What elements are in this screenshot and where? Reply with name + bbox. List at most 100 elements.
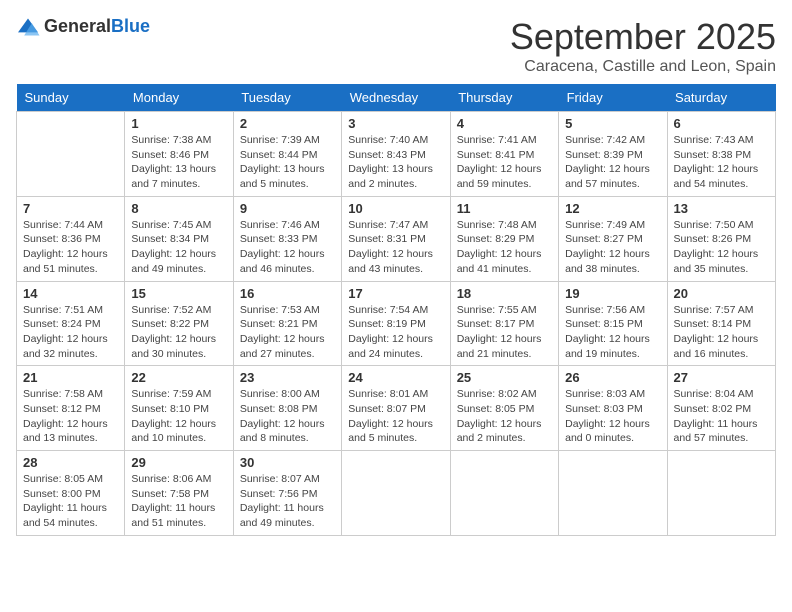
day-number: 11 xyxy=(457,201,552,216)
day-info: Sunrise: 8:06 AMSunset: 7:58 PMDaylight:… xyxy=(131,472,226,531)
location-title: Caracena, Castille and Leon, Spain xyxy=(510,58,776,76)
calendar-body: 1 Sunrise: 7:38 AMSunset: 8:46 PMDaylight… xyxy=(17,112,776,536)
calendar-cell: 19 Sunrise: 7:56 AMSunset: 8:15 PMDayligh… xyxy=(559,281,667,366)
day-number: 15 xyxy=(131,286,226,301)
day-info: Sunrise: 7:41 AMSunset: 8:41 PMDaylight:… xyxy=(457,133,552,192)
day-number: 13 xyxy=(674,201,769,216)
calendar-cell: 3 Sunrise: 7:40 AMSunset: 8:43 PMDaylight… xyxy=(342,112,450,197)
day-header-monday: Monday xyxy=(125,84,233,112)
calendar-cell: 12 Sunrise: 7:49 AMSunset: 8:27 PMDayligh… xyxy=(559,196,667,281)
day-number: 28 xyxy=(23,455,118,470)
calendar-week-2: 14Sunrise: 7:51 AMSunset: 8:24 PMDayligh… xyxy=(17,281,776,366)
calendar-cell: 2 Sunrise: 7:39 AMSunset: 8:44 PMDaylight… xyxy=(233,112,341,197)
day-info: Sunrise: 7:58 AMSunset: 8:12 PMDaylight:… xyxy=(23,387,118,446)
day-info: Sunrise: 7:59 AMSunset: 8:10 PMDaylight:… xyxy=(131,387,226,446)
calendar-cell: 18 Sunrise: 7:55 AMSunset: 8:17 PMDayligh… xyxy=(450,281,558,366)
calendar-cell: 22 Sunrise: 7:59 AMSunset: 8:10 PMDayligh… xyxy=(125,366,233,451)
day-number: 10 xyxy=(348,201,443,216)
calendar-cell: 20 Sunrise: 7:57 AMSunset: 8:14 PMDayligh… xyxy=(667,281,775,366)
day-info: Sunrise: 8:01 AMSunset: 8:07 PMDaylight:… xyxy=(348,387,443,446)
day-info: Sunrise: 8:00 AMSunset: 8:08 PMDaylight:… xyxy=(240,387,335,446)
day-info: Sunrise: 7:44 AMSunset: 8:36 PMDaylight:… xyxy=(23,218,118,277)
page-header: GeneralBlue September 2025 Caracena, Cas… xyxy=(16,16,776,76)
day-info: Sunrise: 7:50 AMSunset: 8:26 PMDaylight:… xyxy=(674,218,769,277)
day-number: 19 xyxy=(565,286,660,301)
day-info: Sunrise: 7:55 AMSunset: 8:17 PMDaylight:… xyxy=(457,303,552,362)
day-info: Sunrise: 7:42 AMSunset: 8:39 PMDaylight:… xyxy=(565,133,660,192)
day-header-sunday: Sunday xyxy=(17,84,125,112)
day-number: 5 xyxy=(565,116,660,131)
calendar-table: SundayMondayTuesdayWednesdayThursdayFrid… xyxy=(16,84,776,536)
day-info: Sunrise: 7:38 AMSunset: 8:46 PMDaylight:… xyxy=(131,133,226,192)
calendar-cell: 29 Sunrise: 8:06 AMSunset: 7:58 PMDayligh… xyxy=(125,451,233,536)
day-header-saturday: Saturday xyxy=(667,84,775,112)
day-info: Sunrise: 7:52 AMSunset: 8:22 PMDaylight:… xyxy=(131,303,226,362)
day-header-wednesday: Wednesday xyxy=(342,84,450,112)
day-info: Sunrise: 7:54 AMSunset: 8:19 PMDaylight:… xyxy=(348,303,443,362)
calendar-cell: 9 Sunrise: 7:46 AMSunset: 8:33 PMDaylight… xyxy=(233,196,341,281)
day-info: Sunrise: 7:39 AMSunset: 8:44 PMDaylight:… xyxy=(240,133,335,192)
day-info: Sunrise: 7:47 AMSunset: 8:31 PMDaylight:… xyxy=(348,218,443,277)
day-number: 18 xyxy=(457,286,552,301)
day-number: 25 xyxy=(457,370,552,385)
calendar-cell: 23Sunrise: 8:00 AMSunset: 8:08 PMDayligh… xyxy=(233,366,341,451)
day-number: 21 xyxy=(23,370,118,385)
calendar-cell: 1 Sunrise: 7:38 AMSunset: 8:46 PMDaylight… xyxy=(125,112,233,197)
calendar-cell: 6 Sunrise: 7:43 AMSunset: 8:38 PMDaylight… xyxy=(667,112,775,197)
day-info: Sunrise: 7:57 AMSunset: 8:14 PMDaylight:… xyxy=(674,303,769,362)
day-number: 22 xyxy=(131,370,226,385)
calendar-cell: 8Sunrise: 7:45 AMSunset: 8:34 PMDaylight… xyxy=(125,196,233,281)
calendar-cell: 15 Sunrise: 7:52 AMSunset: 8:22 PMDayligh… xyxy=(125,281,233,366)
calendar-week-1: 7Sunrise: 7:44 AMSunset: 8:36 PMDaylight… xyxy=(17,196,776,281)
day-info: Sunrise: 7:53 AMSunset: 8:21 PMDaylight:… xyxy=(240,303,335,362)
day-number: 30 xyxy=(240,455,335,470)
day-info: Sunrise: 7:45 AMSunset: 8:34 PMDaylight:… xyxy=(131,218,226,277)
calendar-cell xyxy=(342,451,450,536)
calendar-cell: 26Sunrise: 8:03 AMSunset: 8:03 PMDayligh… xyxy=(559,366,667,451)
day-number: 12 xyxy=(565,201,660,216)
day-number: 20 xyxy=(674,286,769,301)
day-header-thursday: Thursday xyxy=(450,84,558,112)
calendar-cell: 5 Sunrise: 7:42 AMSunset: 8:39 PMDaylight… xyxy=(559,112,667,197)
calendar-cell: 25 Sunrise: 8:02 AMSunset: 8:05 PMDayligh… xyxy=(450,366,558,451)
day-info: Sunrise: 7:51 AMSunset: 8:24 PMDaylight:… xyxy=(23,303,118,362)
day-info: Sunrise: 7:46 AMSunset: 8:33 PMDaylight:… xyxy=(240,218,335,277)
calendar-header-row: SundayMondayTuesdayWednesdayThursdayFrid… xyxy=(17,84,776,112)
calendar-cell: 13 Sunrise: 7:50 AMSunset: 8:26 PMDayligh… xyxy=(667,196,775,281)
day-number: 4 xyxy=(457,116,552,131)
day-number: 24 xyxy=(348,370,443,385)
day-info: Sunrise: 7:40 AMSunset: 8:43 PMDaylight:… xyxy=(348,133,443,192)
calendar-cell: 16Sunrise: 7:53 AMSunset: 8:21 PMDayligh… xyxy=(233,281,341,366)
day-info: Sunrise: 7:56 AMSunset: 8:15 PMDaylight:… xyxy=(565,303,660,362)
day-number: 1 xyxy=(131,116,226,131)
day-number: 3 xyxy=(348,116,443,131)
day-number: 29 xyxy=(131,455,226,470)
day-info: Sunrise: 7:49 AMSunset: 8:27 PMDaylight:… xyxy=(565,218,660,277)
calendar-week-3: 21 Sunrise: 7:58 AMSunset: 8:12 PMDayligh… xyxy=(17,366,776,451)
calendar-week-0: 1 Sunrise: 7:38 AMSunset: 8:46 PMDaylight… xyxy=(17,112,776,197)
calendar-cell: 30 Sunrise: 8:07 AMSunset: 7:56 PMDayligh… xyxy=(233,451,341,536)
day-number: 6 xyxy=(674,116,769,131)
calendar-cell xyxy=(559,451,667,536)
day-info: Sunrise: 8:02 AMSunset: 8:05 PMDaylight:… xyxy=(457,387,552,446)
logo: GeneralBlue xyxy=(16,16,150,37)
calendar-cell xyxy=(17,112,125,197)
day-info: Sunrise: 8:05 AMSunset: 8:00 PMDaylight:… xyxy=(23,472,118,531)
day-info: Sunrise: 7:43 AMSunset: 8:38 PMDaylight:… xyxy=(674,133,769,192)
day-number: 26 xyxy=(565,370,660,385)
day-info: Sunrise: 8:07 AMSunset: 7:56 PMDaylight:… xyxy=(240,472,335,531)
day-number: 2 xyxy=(240,116,335,131)
logo-text-general: General xyxy=(44,16,111,36)
calendar-cell: 4 Sunrise: 7:41 AMSunset: 8:41 PMDaylight… xyxy=(450,112,558,197)
calendar-cell: 17Sunrise: 7:54 AMSunset: 8:19 PMDayligh… xyxy=(342,281,450,366)
calendar-cell: 27Sunrise: 8:04 AMSunset: 8:02 PMDayligh… xyxy=(667,366,775,451)
logo-text-blue: Blue xyxy=(111,16,150,36)
calendar-cell xyxy=(450,451,558,536)
calendar-cell: 21 Sunrise: 7:58 AMSunset: 8:12 PMDayligh… xyxy=(17,366,125,451)
calendar-cell: 7Sunrise: 7:44 AMSunset: 8:36 PMDaylight… xyxy=(17,196,125,281)
day-number: 9 xyxy=(240,201,335,216)
calendar-week-4: 28 Sunrise: 8:05 AMSunset: 8:00 PMDayligh… xyxy=(17,451,776,536)
day-info: Sunrise: 8:04 AMSunset: 8:02 PMDaylight:… xyxy=(674,387,769,446)
month-title: September 2025 xyxy=(510,16,776,58)
logo-icon xyxy=(16,17,40,37)
